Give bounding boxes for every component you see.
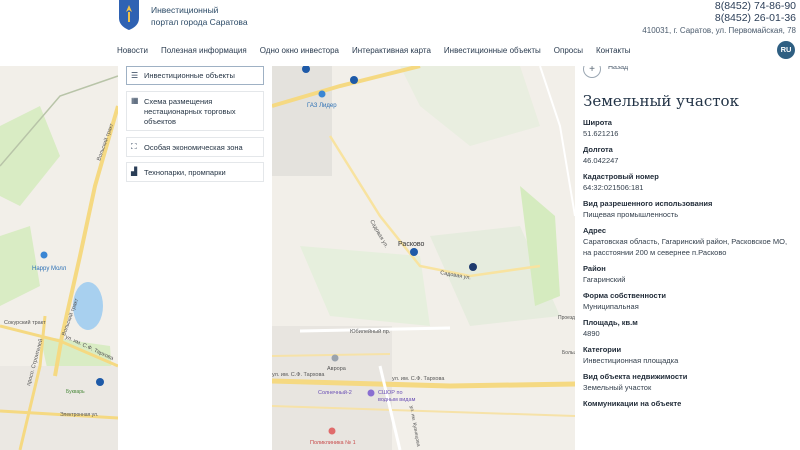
map-label-poliklinika: Поликлиника № 1 — [310, 440, 356, 446]
field-latitude: Широта 51.621216 — [583, 118, 793, 139]
map-label-tarkhova2: ул. им. С.Ф. Тархова — [392, 376, 445, 382]
map-label-elektronnaya: Электронная ул. — [60, 412, 98, 418]
nav-useful-info[interactable]: Полезная информация — [161, 46, 247, 58]
field-longitude: Долгота 46.042247 — [583, 145, 793, 166]
field-value: Саратовская область, Гагаринский район, … — [583, 237, 788, 257]
contacts-block: 8(8452) 74-86-90 8(8452) 26-01-36 410031… — [642, 0, 796, 36]
layer-label: Особая экономическая зона — [144, 143, 243, 152]
map-marker[interactable] — [350, 76, 358, 84]
field-category: Категории Инвестиционная площадка — [583, 345, 793, 366]
site-title[interactable]: Инвестиционный портал города Саратова — [151, 4, 248, 28]
map-label-sshor2: водным видам — [378, 397, 416, 403]
field-property-type: Вид объекта недвижимости Земельный участ… — [583, 372, 793, 393]
field-cadastral: Кадастровый номер 64:32:021506:181 — [583, 172, 793, 193]
address: 410031, г. Саратов, ул. Первомайская, 78 — [642, 26, 796, 35]
field-value: 64:32:021506:181 — [583, 183, 644, 192]
field-ownership: Форма собственности Муниципальная — [583, 291, 793, 312]
phone-1[interactable]: 8(8452) 74-86-90 — [642, 0, 796, 12]
map-label-tarkhova3: ул. им. С.Ф. Тархова — [272, 372, 325, 378]
nav-surveys[interactable]: Опросы — [554, 46, 583, 58]
site-header: Инвестиционный портал города Саратова 8(… — [0, 0, 800, 66]
map-label-solnechny: Солнечный-2 — [318, 389, 352, 396]
map-marker-selected[interactable] — [469, 263, 477, 271]
map-label-avrora: Аврора — [327, 366, 347, 372]
field-label: Адрес — [583, 226, 607, 235]
field-label: Коммуникации на объекте — [583, 399, 682, 408]
field-value: Гагаринский — [583, 275, 626, 284]
map-label-bukvar: Букварь — [66, 389, 85, 395]
field-value: 4890 — [583, 329, 600, 338]
field-label: Категории — [583, 345, 622, 354]
layer-trade-objects[interactable]: ▦ Схема размещения нестационарных торгов… — [126, 91, 264, 131]
map-label-yubileyny: Юбилейный пр. — [350, 328, 391, 335]
field-value: Земельный участок — [583, 383, 652, 392]
layer-label: Схема размещения нестационарных торговых… — [144, 97, 236, 126]
field-label: Район — [583, 264, 606, 273]
field-area: Площадь, кв.м 4890 — [583, 318, 793, 339]
sport-icon — [367, 389, 375, 397]
coat-of-arms-logo[interactable] — [118, 0, 140, 30]
map-label-raskovo: Расково — [398, 241, 425, 248]
fuel-icon — [318, 90, 326, 98]
field-value: Муниципальная — [583, 302, 639, 311]
field-value: 46.042247 — [583, 156, 619, 165]
layer-label: Инвестиционные объекты — [144, 71, 235, 80]
nav-one-window[interactable]: Одно окно инвестора — [260, 46, 339, 58]
hospital-icon — [328, 427, 336, 435]
layer-economic-zone[interactable]: ⛶ Особая экономическая зона — [126, 137, 264, 157]
map-label-proezd: Проезд — [558, 315, 575, 321]
field-label: Площадь, кв.м — [583, 318, 638, 327]
store-icon: ▦ — [131, 96, 139, 105]
object-title: Земельный участок — [583, 92, 739, 110]
map-marker[interactable] — [410, 248, 418, 256]
field-permitted-use: Вид разрешенного использования Пищевая п… — [583, 199, 793, 220]
field-label: Долгота — [583, 145, 613, 154]
mall-icon — [40, 251, 48, 259]
nav-interactive-map[interactable]: Интерактивная карта — [352, 46, 431, 58]
main-nav: Новости Полезная информация Одно окно ин… — [117, 46, 644, 58]
map-label-gaz: ГАЗ Лидер — [307, 103, 337, 109]
field-district: Район Гагаринский — [583, 264, 793, 285]
object-fields: Широта 51.621216 Долгота 46.042247 Кадас… — [583, 118, 793, 415]
list-icon: ☰ — [131, 71, 139, 80]
field-address: Адрес Саратовская область, Гагаринский р… — [583, 226, 793, 258]
nav-investment-objects[interactable]: Инвестиционные объекты — [444, 46, 541, 58]
phone-2[interactable]: 8(8452) 26-01-36 — [642, 12, 796, 24]
layer-technoparks[interactable]: ▟ Технопарки, промпарки — [126, 162, 264, 182]
map-label-sokur: Сокурский тракт — [4, 319, 46, 326]
layer-label: Технопарки, промпарки — [144, 168, 226, 177]
field-communications: Коммуникации на объекте — [583, 399, 793, 409]
zone-icon: ⛶ — [131, 142, 137, 151]
map-marker[interactable] — [96, 378, 104, 386]
field-label: Кадастровый номер — [583, 172, 659, 181]
field-label: Вид разрешенного использования — [583, 199, 713, 208]
field-label: Форма собственности — [583, 291, 666, 300]
field-label: Широта — [583, 118, 612, 127]
field-label: Вид объекта недвижимости — [583, 372, 688, 381]
field-value: 51.621216 — [583, 129, 619, 138]
object-info-panel: + Назад Земельный участок Широта 51.6212… — [575, 60, 800, 450]
field-value: Пищевая промышленность — [583, 210, 679, 219]
map-label-sshor1: СШОР по — [378, 390, 403, 396]
layers-panel: ☰ Инвестиционные объекты ▦ Схема размеще… — [118, 66, 272, 450]
poi-icon — [331, 354, 339, 362]
map-label-happy: Happy Молл — [32, 266, 67, 272]
layer-investment-objects[interactable]: ☰ Инвестиционные объекты — [126, 66, 264, 85]
site-title-line2: портал города Саратова — [151, 17, 248, 27]
factory-icon: ▟ — [131, 167, 138, 176]
language-button[interactable]: RU — [777, 41, 795, 59]
site-title-line1: Инвестиционный — [151, 5, 219, 15]
nav-news[interactable]: Новости — [117, 46, 148, 58]
nav-contacts[interactable]: Контакты — [596, 46, 631, 58]
field-value: Инвестиционная площадка — [583, 356, 679, 365]
